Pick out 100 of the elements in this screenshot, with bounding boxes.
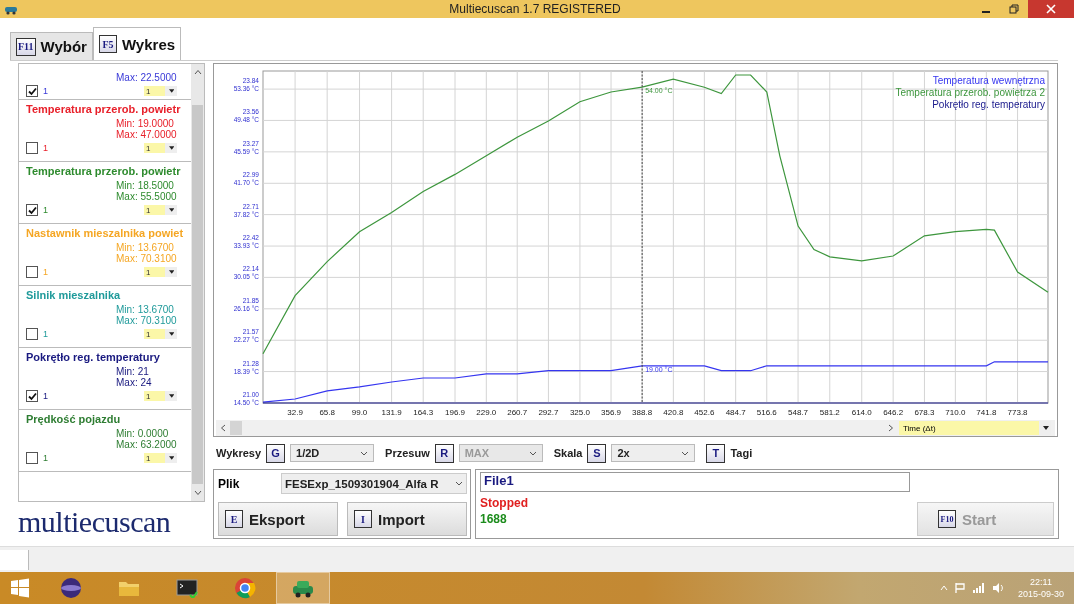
x-tick-label: 678.3 bbox=[914, 408, 935, 417]
scale-dropdown[interactable]: 1 bbox=[144, 391, 177, 401]
action-button[interactable]: E Eksport bbox=[218, 502, 338, 536]
windows-start-icon[interactable] bbox=[10, 578, 30, 598]
scroll-left-icon[interactable] bbox=[220, 424, 226, 432]
scale-dropdown[interactable]: 1 bbox=[144, 86, 177, 96]
window-title: Multiecuscan 1.7 REGISTERED bbox=[449, 2, 621, 16]
x-tick-label: 646.2 bbox=[883, 408, 904, 417]
clock-time: 22:11 bbox=[1030, 576, 1052, 588]
dropdown[interactable]: 2x bbox=[611, 444, 696, 462]
signal-name: Nastawnik mieszalnika powiet bbox=[26, 227, 185, 241]
x-tick-label: 710.0 bbox=[945, 408, 966, 417]
dropdown[interactable]: 1/2D bbox=[290, 444, 375, 462]
max-value: Max: 24 bbox=[116, 377, 153, 388]
x-axis-dropdown[interactable]: Time (Δt) bbox=[899, 421, 1051, 435]
file-label: Plik bbox=[218, 476, 241, 491]
restore-icon bbox=[1009, 4, 1019, 14]
count-label: 1 bbox=[43, 391, 48, 401]
checkbox[interactable] bbox=[26, 142, 38, 154]
min-value: Min: 21 bbox=[116, 366, 150, 377]
max-value: Max: 70.3100 bbox=[116, 253, 178, 264]
min-value: Min: 0.0000 bbox=[116, 428, 170, 439]
min-value: Min: 18.5000 bbox=[116, 180, 175, 191]
chevron-icon[interactable] bbox=[888, 424, 894, 432]
checkbox[interactable] bbox=[26, 85, 38, 97]
signal-name: Temperatura przerob. powietr bbox=[26, 165, 182, 179]
checkbox[interactable] bbox=[26, 266, 38, 278]
signal-name: Prędkość pojazdu bbox=[26, 413, 122, 427]
x-tick-label: 164.3 bbox=[413, 408, 434, 417]
x-tick-label: 99.0 bbox=[351, 408, 368, 417]
x-tick-label: 356.9 bbox=[601, 408, 622, 417]
scrollbar[interactable] bbox=[191, 64, 204, 501]
x-tick-label: 131.9 bbox=[381, 408, 402, 417]
x-tick-label: 65.8 bbox=[319, 408, 335, 417]
action-button[interactable]: I Import bbox=[347, 502, 467, 536]
sample-count: 1688 bbox=[480, 512, 508, 526]
max-value: Max: 22.5000 bbox=[116, 72, 178, 83]
max-value: Max: 63.2000 bbox=[116, 439, 178, 450]
close-button[interactable] bbox=[1028, 0, 1074, 18]
checkbox[interactable] bbox=[26, 328, 38, 340]
min-value: Min: 19.0000 bbox=[116, 118, 175, 129]
max-value: Max: 55.5000 bbox=[116, 191, 178, 202]
scale-dropdown[interactable]: 1 bbox=[144, 143, 177, 153]
x-tick-label: 614.0 bbox=[851, 408, 872, 417]
legend-label: Pokrętło reg. temperatury bbox=[932, 99, 1045, 110]
tab[interactable]: F11 Wybór bbox=[10, 32, 93, 60]
x-tick-label: 484.7 bbox=[725, 408, 746, 417]
clock-date: 2015-09-30 bbox=[1017, 588, 1064, 600]
status-text: Stopped bbox=[480, 496, 529, 510]
caret-icon bbox=[168, 146, 174, 150]
signal-name: Silnik mieszalnika bbox=[26, 289, 122, 303]
file-dropdown[interactable]: FESExp_1509301904_Alfa R bbox=[281, 473, 467, 494]
x-tick-label: 452.6 bbox=[694, 408, 715, 417]
x-tick-label: 325.0 bbox=[569, 408, 590, 417]
count-label: 1 bbox=[43, 267, 48, 277]
min-value: Min: 13.6700 bbox=[116, 304, 175, 315]
scale-dropdown[interactable]: 1 bbox=[144, 205, 177, 215]
caret-icon bbox=[168, 270, 174, 274]
close-icon bbox=[1046, 4, 1056, 14]
scroll-up-icon[interactable] bbox=[193, 69, 202, 75]
chevron-down-icon bbox=[455, 481, 463, 486]
x-tick-label: 388.8 bbox=[632, 408, 653, 417]
x-tick-label: 741.8 bbox=[976, 408, 997, 417]
cursor-line[interactable] bbox=[641, 70, 643, 404]
name-field[interactable]: File1 bbox=[480, 472, 910, 492]
scroll-down-icon[interactable] bbox=[193, 490, 202, 496]
x-tick-label: 196.9 bbox=[445, 408, 465, 417]
control-label: Przesuw bbox=[385, 447, 430, 459]
chevron-down-icon bbox=[528, 450, 537, 456]
caret-icon bbox=[168, 89, 174, 93]
control-label: Wykresy bbox=[216, 447, 262, 459]
count-label: 1 bbox=[43, 453, 48, 463]
min-value: Min: 13.6700 bbox=[116, 242, 175, 253]
legend-label: Temperatura przerob. powietrza 2 bbox=[895, 87, 1045, 98]
scale-dropdown[interactable]: 1 bbox=[144, 267, 177, 277]
scale-dropdown[interactable]: 1 bbox=[144, 453, 177, 463]
x-tick-label: 516.6 bbox=[756, 408, 777, 417]
caret-icon bbox=[1043, 426, 1049, 430]
count-label: 1 bbox=[43, 143, 48, 153]
x-tick-label: 773.8 bbox=[1007, 408, 1028, 417]
shortcut-key-button[interactable]: S bbox=[587, 443, 607, 463]
shortcut-key-button[interactable]: G bbox=[266, 443, 286, 463]
legend-label: Temperatura wewnętrzna bbox=[932, 75, 1045, 86]
shortcut-key-button[interactable]: T bbox=[706, 443, 726, 463]
logo: multiecuscan bbox=[18, 504, 172, 539]
scale-dropdown[interactable]: 1 bbox=[144, 329, 177, 339]
x-tick-label: 229.0 bbox=[476, 408, 497, 417]
minimize-icon bbox=[982, 11, 990, 13]
count-label: 1 bbox=[43, 86, 48, 96]
control-label: Skala bbox=[553, 447, 583, 459]
car-icon[interactable] bbox=[276, 572, 330, 604]
x-tick-label: 581.2 bbox=[819, 408, 840, 417]
chevron-down-icon bbox=[681, 450, 690, 456]
checkbox[interactable] bbox=[26, 390, 38, 402]
checkbox[interactable] bbox=[26, 204, 38, 216]
checkbox[interactable] bbox=[26, 452, 38, 464]
caret-icon bbox=[168, 456, 174, 460]
caret-icon bbox=[168, 208, 174, 212]
count-label: 1 bbox=[43, 205, 48, 215]
tab[interactable]: F5 Wykres bbox=[92, 27, 182, 60]
